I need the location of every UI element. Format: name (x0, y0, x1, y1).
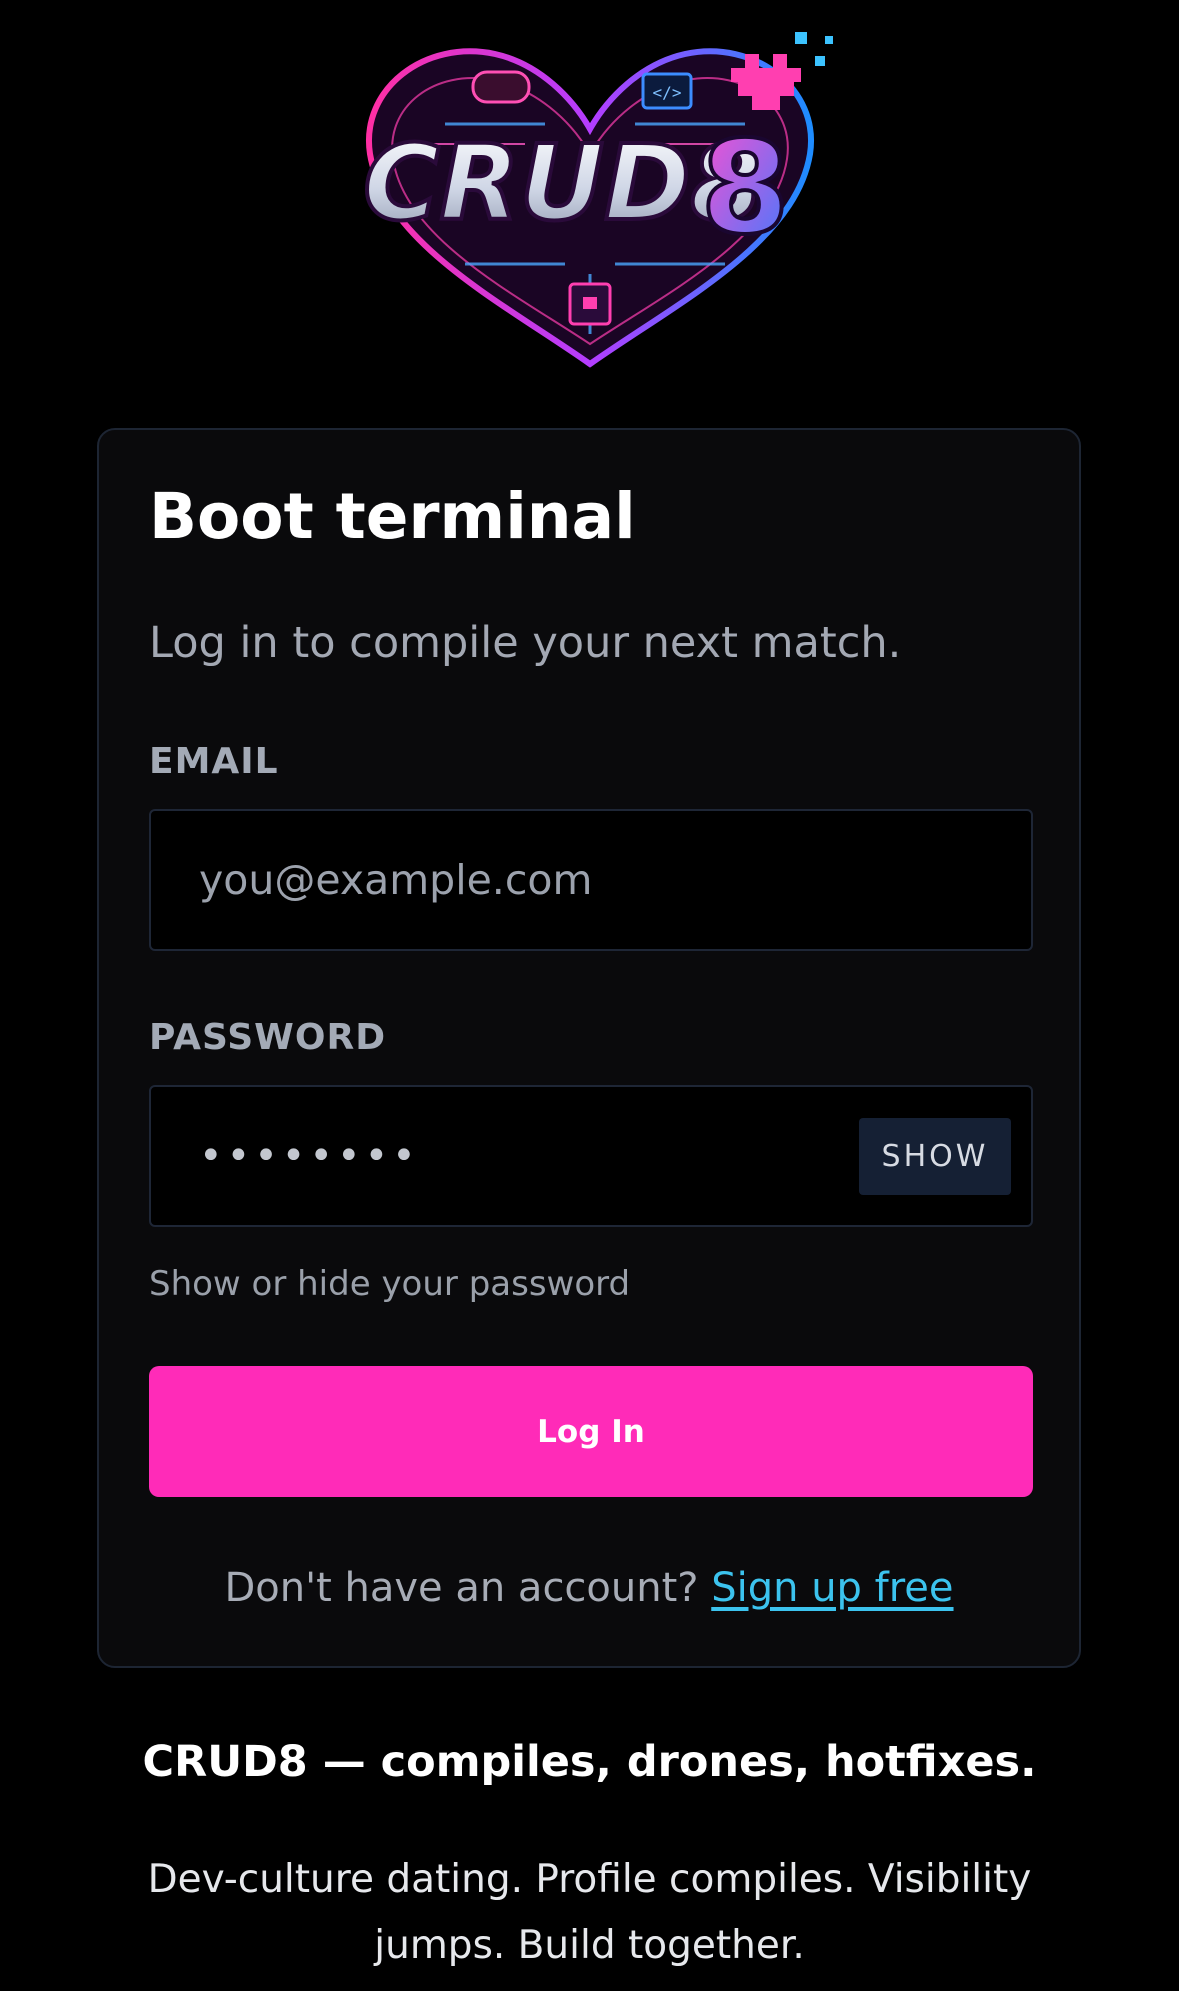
login-card: Boot terminal Log in to compile your nex… (97, 428, 1081, 1668)
password-hint: Show or hide your password (149, 1264, 631, 1304)
footer-tagline: CRUD8 — compiles, drones, hotfixes. (142, 1737, 1037, 1787)
heart-circuit-logo-icon: </> CRUD8 8 (361, 32, 833, 368)
svg-text:8: 8 (700, 114, 789, 263)
crud8-logo: </> CRUD8 8 (325, 14, 855, 374)
password-field-box: SHOW (149, 1085, 1033, 1227)
page-title: Boot terminal (149, 480, 636, 553)
email-label: EMAIL (149, 741, 279, 782)
signup-link[interactable]: Sign up free (711, 1565, 953, 1611)
password-label: PASSWORD (149, 1017, 387, 1058)
login-screen: </> CRUD8 8 Boot terminal Log in to comp… (0, 0, 1179, 1991)
show-password-button[interactable]: SHOW (859, 1118, 1011, 1195)
footer-description: Dev-culture dating. Profile compiles. Vi… (147, 1857, 1032, 1968)
svg-text:</>: </> (653, 83, 682, 102)
signup-prompt: Don't have an account? (224, 1565, 699, 1611)
login-button[interactable]: Log In (149, 1366, 1033, 1497)
email-field-box (149, 809, 1033, 951)
page-subtitle: Log in to compile your next match. (149, 618, 902, 668)
email-field[interactable] (151, 811, 1031, 949)
signup-row: Don't have an account? Sign up free (99, 1565, 1079, 1611)
